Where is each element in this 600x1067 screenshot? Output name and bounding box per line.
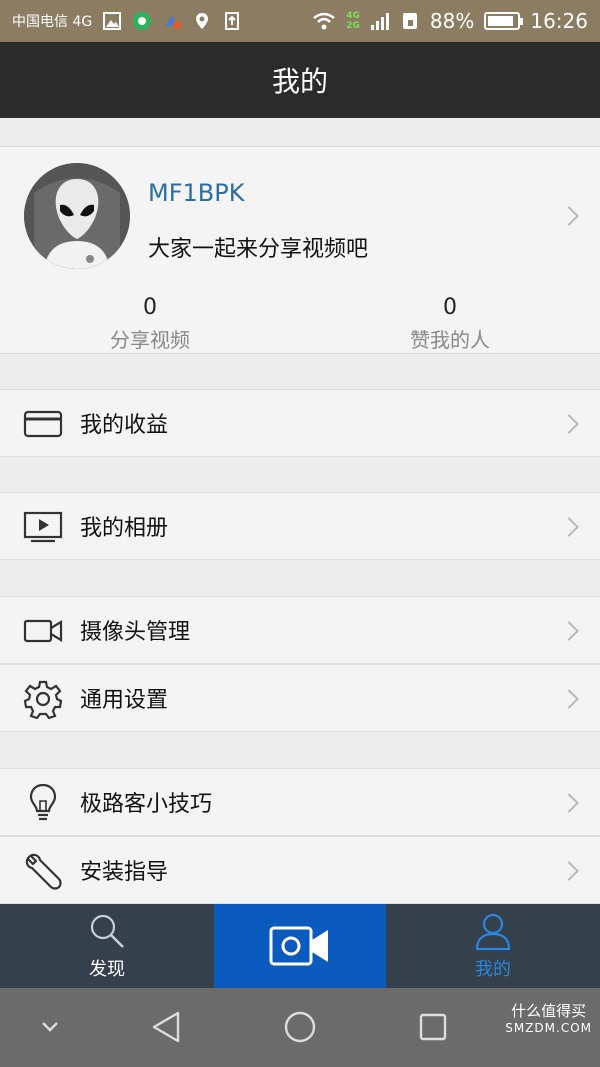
menu-item-label: 安装指导 bbox=[80, 860, 169, 885]
menu-item-label: 摄像头管理 bbox=[80, 620, 191, 645]
sim-icon bbox=[402, 13, 417, 29]
search-icon bbox=[90, 914, 124, 948]
bottom-tab-bar: 发现 我的 bbox=[0, 904, 600, 988]
chevron-down-icon[interactable] bbox=[40, 1020, 60, 1034]
menu-item-label: 我的相册 bbox=[80, 516, 169, 541]
watermark: 什么值得买 SMZDM.COM bbox=[505, 1000, 592, 1035]
menu-item-label: 极路客小技巧 bbox=[80, 792, 213, 817]
record-camera-icon bbox=[269, 926, 328, 966]
page-title: 我的 bbox=[271, 65, 328, 98]
status-bar: 中国电信 4G 4G 2G 88% 16:26 bbox=[0, 0, 600, 42]
tab-label: 发现 bbox=[89, 959, 125, 980]
stat-shared-videos[interactable]: 0 分享视频 bbox=[0, 295, 300, 353]
menu-item-general-settings[interactable]: 通用设置 bbox=[0, 664, 600, 732]
stat-value: 0 bbox=[443, 295, 457, 320]
chat-icon bbox=[133, 12, 152, 30]
battery-icon bbox=[484, 12, 524, 30]
lightbulb-icon bbox=[22, 783, 64, 823]
wifi-icon bbox=[313, 12, 336, 30]
person-icon bbox=[475, 913, 511, 951]
chevron-right-icon bbox=[559, 621, 579, 641]
tab-mine[interactable]: 我的 bbox=[386, 904, 600, 988]
stat-likes[interactable]: 0 赞我的人 bbox=[300, 295, 600, 353]
chevron-right-icon bbox=[559, 206, 579, 226]
menu-item-label: 我的收益 bbox=[80, 413, 169, 438]
chevron-right-icon bbox=[559, 517, 579, 537]
wrench-icon bbox=[22, 851, 64, 891]
carrier-label: 中国电信 4G bbox=[12, 14, 93, 30]
menu-item-installation-guide[interactable]: 安装指导 bbox=[0, 836, 600, 904]
network-2g-label: 2G bbox=[346, 21, 360, 31]
signal-icon bbox=[370, 13, 389, 30]
location-icon bbox=[196, 13, 209, 29]
video-album-icon bbox=[22, 507, 64, 547]
network-4g-label: 4G bbox=[346, 11, 360, 21]
menu-item-album[interactable]: 我的相册 bbox=[0, 492, 600, 560]
gear-icon bbox=[22, 679, 64, 719]
chevron-right-icon bbox=[559, 793, 579, 813]
profile-bio: 大家一起来分享视频吧 bbox=[148, 237, 369, 262]
chevron-right-icon bbox=[559, 861, 579, 881]
tab-discover[interactable]: 发现 bbox=[0, 904, 214, 988]
battery-percent: 88% bbox=[429, 9, 475, 33]
stat-label: 分享视频 bbox=[110, 328, 190, 352]
tab-label: 我的 bbox=[475, 959, 511, 980]
menu-item-tips[interactable]: 极路客小技巧 bbox=[0, 768, 600, 836]
menu-item-earnings[interactable]: 我的收益 bbox=[0, 389, 600, 457]
card-icon bbox=[22, 404, 64, 444]
stat-value: 0 bbox=[143, 295, 157, 320]
alien-avatar-icon bbox=[24, 163, 130, 269]
menu-item-label: 通用设置 bbox=[80, 688, 169, 713]
camera-icon bbox=[22, 611, 64, 651]
chevron-right-icon bbox=[559, 689, 579, 709]
home-icon[interactable] bbox=[283, 1010, 317, 1044]
profile-card[interactable]: MF1BPK 大家一起来分享视频吧 0 分享视频 0 赞我的人 bbox=[0, 146, 600, 354]
title-bar: 我的 bbox=[0, 42, 600, 118]
tab-record[interactable] bbox=[214, 904, 386, 988]
clock: 16:26 bbox=[530, 9, 588, 33]
back-icon[interactable] bbox=[150, 1010, 182, 1044]
app-icon bbox=[165, 16, 182, 29]
watermark-line2: SMZDM.COM bbox=[505, 1021, 592, 1035]
chevron-right-icon bbox=[559, 414, 579, 434]
recent-apps-icon[interactable] bbox=[418, 1012, 448, 1042]
avatar[interactable] bbox=[24, 163, 130, 269]
menu-item-camera-management[interactable]: 摄像头管理 bbox=[0, 596, 600, 664]
watermark-line1: 什么值得买 bbox=[511, 1002, 587, 1020]
username: MF1BPK bbox=[148, 179, 245, 207]
stat-label: 赞我的人 bbox=[410, 328, 490, 352]
upload-icon bbox=[225, 12, 240, 30]
image-icon bbox=[103, 12, 122, 30]
